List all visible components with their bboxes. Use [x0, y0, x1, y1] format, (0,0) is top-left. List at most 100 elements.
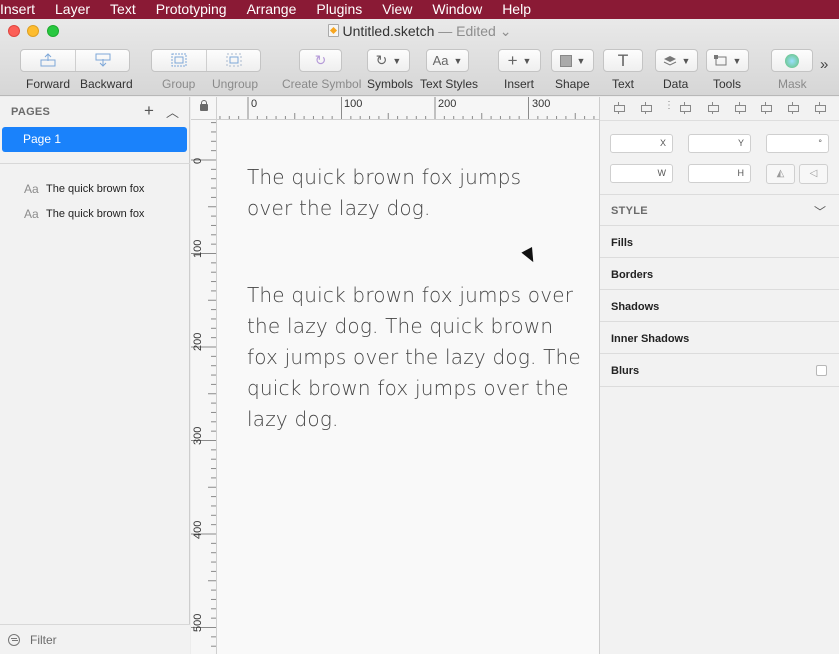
- borders-section[interactable]: Borders: [611, 269, 653, 281]
- text-layer-icon: Aa: [24, 182, 39, 196]
- text-layer-icon: Aa: [24, 207, 39, 221]
- shadows-section[interactable]: Shadows: [611, 301, 659, 313]
- menu-text[interactable]: Text: [110, 0, 136, 19]
- menu-help[interactable]: Help: [502, 0, 531, 19]
- y-position-field[interactable]: Y: [688, 134, 751, 153]
- inspector-divider: [600, 194, 839, 195]
- align-left-icon[interactable]: [679, 102, 691, 114]
- filter-bar[interactable]: Filter: [0, 624, 190, 654]
- inspector-divider: [600, 225, 839, 226]
- inspector-divider: [600, 321, 839, 322]
- group-segmented-control: [151, 49, 261, 72]
- menu-prototyping[interactable]: Prototyping: [156, 0, 227, 19]
- toolbar-overflow-icon[interactable]: »: [820, 56, 828, 73]
- text-line: lazy dog.: [247, 407, 339, 431]
- width-field[interactable]: W: [610, 164, 673, 183]
- canvas-text-layer-short[interactable]: The quick brown fox jumps over the lazy …: [247, 162, 521, 224]
- blur-checkbox[interactable]: [816, 365, 827, 376]
- symbols-button[interactable]: ↻ ▼: [367, 49, 410, 72]
- text-line: The quick brown fox jumps: [247, 165, 522, 189]
- text-tool-icon: T: [618, 51, 628, 70]
- lock-icon[interactable]: [200, 100, 208, 111]
- ruler-label: 200: [438, 98, 457, 110]
- collapse-pages-icon[interactable]: ︿: [166, 102, 179, 121]
- menu-view[interactable]: View: [382, 0, 412, 19]
- layers-sidebar: PAGES + ︿ Page 1 Aa The quick brown fox …: [0, 97, 190, 654]
- text-tool-label: Text: [612, 77, 635, 91]
- inspector-divider: [600, 353, 839, 354]
- inner-shadows-section[interactable]: Inner Shadows: [611, 333, 689, 345]
- layer-row[interactable]: Aa The quick brown fox: [0, 179, 190, 199]
- rotation-field[interactable]: °: [766, 134, 829, 153]
- title-chevron-icon[interactable]: ⌄: [500, 23, 512, 39]
- forward-button[interactable]: [21, 50, 75, 71]
- align-center-icon[interactable]: [707, 102, 719, 114]
- align-bottom-icon[interactable]: [814, 102, 826, 114]
- add-page-icon[interactable]: +: [144, 101, 154, 121]
- page-item[interactable]: Page 1: [2, 127, 187, 152]
- mask-button[interactable]: [771, 49, 813, 72]
- backward-label: Backward: [80, 77, 133, 91]
- text-line: The quick brown fox jumps over: [247, 283, 574, 307]
- filter-label: Filter: [30, 633, 57, 647]
- plus-icon: +: [507, 50, 518, 70]
- menu-arrange[interactable]: Arrange: [247, 0, 297, 19]
- ruler-label: 100: [344, 98, 363, 110]
- align-top-icon[interactable]: [760, 102, 772, 114]
- inspector-divider: [600, 289, 839, 290]
- canvas[interactable]: The quick brown fox jumps over the lazy …: [217, 120, 599, 654]
- window-toolbar: Untitled.sketch — Edited ⌄ Forward Backw…: [0, 19, 839, 96]
- blurs-section[interactable]: Blurs: [611, 365, 639, 377]
- symbols-icon: ↻: [375, 52, 388, 68]
- text-tool-button[interactable]: T: [603, 49, 643, 72]
- group-icon: [171, 53, 187, 67]
- align-right-icon[interactable]: [734, 102, 746, 114]
- forward-label: Forward: [26, 77, 71, 91]
- shape-button[interactable]: ▼: [551, 49, 594, 72]
- ruler-label: 0: [192, 157, 204, 164]
- more-align-icon[interactable]: ⋮: [664, 100, 674, 111]
- arrange-segmented-control: [20, 49, 130, 72]
- ruler-label: 500: [192, 613, 204, 632]
- height-field[interactable]: H: [688, 164, 751, 183]
- text-line: quick brown fox jumps over the: [247, 376, 569, 400]
- text-styles-button[interactable]: Aa ▼: [426, 49, 469, 72]
- vertical-ruler[interactable]: 0 100 200 300 400 500: [191, 120, 217, 654]
- menu-layer[interactable]: Layer: [55, 0, 90, 19]
- rotation-label: °: [818, 138, 822, 148]
- window-title: Untitled.sketch — Edited ⌄: [0, 23, 839, 40]
- flip-vertical-icon[interactable]: ◁: [799, 164, 828, 184]
- distribute-horizontal-icon[interactable]: [613, 102, 625, 114]
- text-styles-label: Text Styles: [420, 77, 479, 91]
- group-label: Group: [162, 77, 196, 91]
- insert-chevron-icon: ▼: [522, 55, 532, 66]
- menu-insert[interactable]: Insert: [0, 0, 35, 19]
- x-label: X: [659, 138, 666, 148]
- flip-horizontal-icon[interactable]: ◭: [766, 164, 795, 184]
- mask-label: Mask: [778, 77, 807, 91]
- data-button[interactable]: ▼: [655, 49, 698, 72]
- edited-status: — Edited: [438, 23, 496, 39]
- style-chevron-icon[interactable]: ﹀: [814, 203, 826, 220]
- backward-button[interactable]: [76, 50, 130, 71]
- insert-button[interactable]: + ▼: [498, 49, 541, 72]
- menu-plugins[interactable]: Plugins: [316, 0, 362, 19]
- document-name: Untitled.sketch: [342, 23, 435, 39]
- mask-icon: [785, 53, 799, 68]
- ruler-label: 100: [192, 239, 204, 258]
- group-button[interactable]: [152, 50, 206, 71]
- canvas-text-layer-long[interactable]: The quick brown fox jumps over the lazy …: [247, 280, 581, 435]
- align-middle-icon[interactable]: [787, 102, 799, 114]
- distribute-vertical-icon[interactable]: [640, 102, 652, 114]
- x-position-field[interactable]: X: [610, 134, 673, 153]
- bring-forward-icon: [40, 53, 56, 67]
- ungroup-label: Ungroup: [212, 77, 259, 91]
- fills-section[interactable]: Fills: [611, 237, 633, 249]
- tools-button[interactable]: ▼: [706, 49, 749, 72]
- create-symbol-button[interactable]: ↻: [299, 49, 342, 72]
- menu-window[interactable]: Window: [432, 0, 482, 19]
- horizontal-ruler[interactable]: 0 100 200 300: [217, 97, 599, 120]
- layer-row[interactable]: Aa The quick brown fox: [0, 204, 190, 224]
- ungroup-button[interactable]: [207, 50, 261, 71]
- sketch-document-icon: [327, 24, 339, 37]
